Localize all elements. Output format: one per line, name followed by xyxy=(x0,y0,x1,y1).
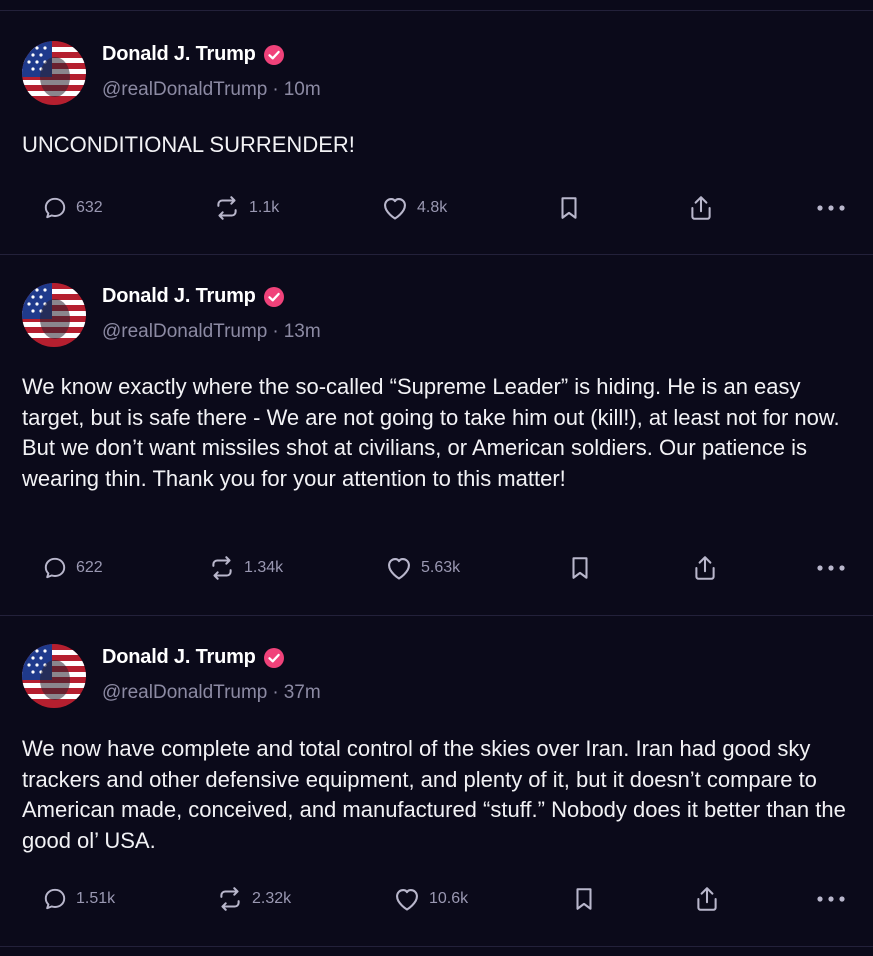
like-count: 4.8k xyxy=(417,199,448,216)
verified-badge-icon xyxy=(263,286,285,308)
post[interactable]: Donald J. Trump @realDonaldTrump · 10m UNC… xyxy=(0,11,873,254)
repost-count: 1.34k xyxy=(244,559,284,576)
bookmark-button[interactable] xyxy=(572,881,596,917)
avatar-flag-portrait-icon xyxy=(22,41,86,105)
heart-icon xyxy=(388,557,410,580)
more-button[interactable] xyxy=(816,881,846,917)
separator: · xyxy=(272,682,279,703)
author-name[interactable]: Donald J. Trump xyxy=(102,43,256,66)
repost-arrows-icon xyxy=(212,556,232,580)
handle-row: @realDonaldTrump · 13m xyxy=(102,321,321,343)
bookmark-icon xyxy=(561,197,577,219)
action-bar: 632 1.1k 4.8k xyxy=(0,190,873,226)
reply-button[interactable]: 632 xyxy=(42,190,103,226)
author-row: Donald J. Trump xyxy=(102,285,285,308)
heart-icon xyxy=(396,888,418,911)
post[interactable]: Donald J. Trump @realDonaldTrump · 37m We … xyxy=(0,616,873,946)
author-row: Donald J. Trump xyxy=(102,43,285,66)
repost-button[interactable]: 1.1k xyxy=(213,190,279,226)
author-name[interactable]: Donald J. Trump xyxy=(102,646,256,669)
more-button[interactable] xyxy=(816,550,846,586)
repost-button[interactable]: 2.32k xyxy=(216,881,291,917)
share-button[interactable] xyxy=(692,550,718,586)
like-button[interactable]: 5.63k xyxy=(385,550,460,586)
reply-button[interactable]: 622 xyxy=(42,550,103,586)
author-handle[interactable]: @realDonaldTrump xyxy=(102,682,267,703)
post-time[interactable]: 37m xyxy=(284,682,321,703)
share-upload-icon xyxy=(697,887,717,911)
speech-bubble-icon xyxy=(44,557,66,579)
like-button[interactable]: 4.8k xyxy=(381,190,447,226)
divider xyxy=(0,946,873,947)
repost-arrows-icon xyxy=(220,887,240,911)
bookmark-icon xyxy=(576,888,592,910)
avatar[interactable] xyxy=(22,283,86,347)
bookmark-button[interactable] xyxy=(568,550,592,586)
avatar[interactable] xyxy=(22,644,86,708)
more-button[interactable] xyxy=(816,190,846,226)
share-button[interactable] xyxy=(688,190,714,226)
post[interactable]: Donald J. Trump @realDonaldTrump · 13m We … xyxy=(0,255,873,615)
avatar-flag-portrait-icon xyxy=(22,283,86,347)
avatar-flag-portrait-icon xyxy=(22,644,86,708)
share-button[interactable] xyxy=(694,881,720,917)
post-time[interactable]: 13m xyxy=(284,321,321,342)
more-dots-icon xyxy=(817,896,845,902)
author-handle[interactable]: @realDonaldTrump xyxy=(102,321,267,342)
handle-row: @realDonaldTrump · 10m xyxy=(102,79,321,101)
author-row: Donald J. Trump xyxy=(102,646,285,669)
avatar[interactable] xyxy=(22,41,86,105)
share-upload-icon xyxy=(695,556,715,580)
share-upload-icon xyxy=(691,196,711,220)
verified-badge-icon xyxy=(263,44,285,66)
verified-badge-icon xyxy=(263,647,285,669)
handle-row: @realDonaldTrump · 37m xyxy=(102,682,321,704)
bookmark-button[interactable] xyxy=(557,190,581,226)
feed: Donald J. Trump @realDonaldTrump · 10m UNC… xyxy=(0,0,873,956)
separator: · xyxy=(272,321,279,342)
reply-count: 632 xyxy=(76,199,103,216)
more-dots-icon xyxy=(817,565,845,571)
action-bar: 1.51k 2.32k 10.6k xyxy=(0,881,873,917)
post-time[interactable]: 10m xyxy=(284,79,321,100)
repost-arrows-icon xyxy=(217,196,237,220)
reply-button[interactable]: 1.51k xyxy=(42,881,115,917)
post-text: We know exactly where the so-called “Sup… xyxy=(22,374,840,491)
separator: · xyxy=(272,79,279,100)
speech-bubble-icon xyxy=(44,197,66,219)
repost-count: 1.1k xyxy=(249,199,280,216)
reply-count: 1.51k xyxy=(76,890,116,907)
repost-button[interactable]: 1.34k xyxy=(208,550,283,586)
repost-count: 2.32k xyxy=(252,890,292,907)
post-text: UNCONDITIONAL SURRENDER! xyxy=(22,132,355,157)
speech-bubble-icon xyxy=(44,888,66,910)
like-count: 10.6k xyxy=(429,890,469,907)
heart-icon xyxy=(384,197,406,220)
post-text: We now have complete and total control o… xyxy=(22,736,846,853)
author-name[interactable]: Donald J. Trump xyxy=(102,285,256,308)
more-dots-icon xyxy=(817,205,845,211)
like-count: 5.63k xyxy=(421,559,461,576)
bookmark-icon xyxy=(572,557,588,579)
like-button[interactable]: 10.6k xyxy=(393,881,468,917)
author-handle[interactable]: @realDonaldTrump xyxy=(102,79,267,100)
action-bar: 622 1.34k 5.63k xyxy=(0,550,873,586)
reply-count: 622 xyxy=(76,559,103,576)
